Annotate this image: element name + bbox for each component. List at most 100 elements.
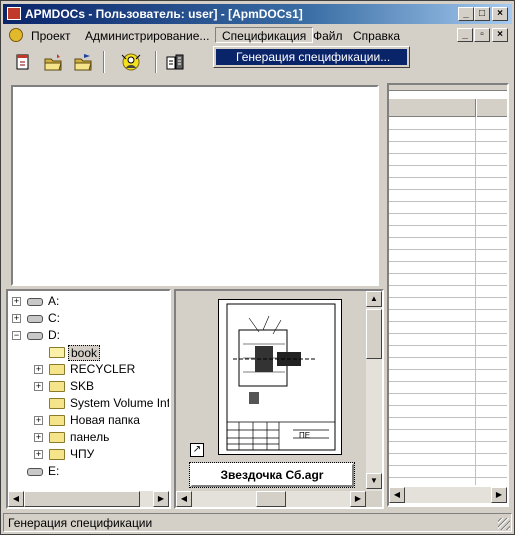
folder-tree-pane: + A: + C: − D: book + RECYCLER + SKB System Volume … xyxy=(6,289,171,509)
network-drive-icon xyxy=(26,464,44,478)
tree-item-label: RECYCLER xyxy=(70,362,136,376)
file-name-label[interactable]: Звездочка Сб.agr xyxy=(189,462,355,488)
menu-project[interactable]: Проект xyxy=(25,28,77,44)
tree-item[interactable]: + панель xyxy=(8,429,169,446)
grid-row-line xyxy=(389,405,507,406)
scroll-thumb[interactable] xyxy=(366,309,382,359)
tree-item-label: book xyxy=(68,345,101,361)
tree-expander[interactable]: − xyxy=(12,331,21,340)
mdi-minimize-button[interactable]: _ xyxy=(457,28,473,42)
scroll-left-button[interactable]: ◀ xyxy=(8,491,24,507)
tree-item[interactable]: + SKB xyxy=(8,378,169,395)
tree-expander[interactable]: + xyxy=(12,297,21,306)
scroll-up-button[interactable]: ▲ xyxy=(366,291,382,307)
grid-row-line xyxy=(389,141,507,142)
grid-row-line xyxy=(389,321,507,322)
tree-item[interactable]: + RECYCLER xyxy=(8,361,169,378)
tree-item[interactable]: + A: xyxy=(8,293,169,310)
tree-horizontal-scrollbar[interactable]: ◀ ▶ xyxy=(8,491,169,507)
toolbar-separator xyxy=(155,51,157,73)
resize-grip-icon[interactable] xyxy=(498,518,510,530)
close-button[interactable]: × xyxy=(492,7,508,21)
tree-item[interactable]: + ЧПУ xyxy=(8,446,169,463)
grid-row-line xyxy=(389,129,507,130)
grid-body[interactable] xyxy=(389,117,507,485)
minimize-button[interactable]: _ xyxy=(458,7,474,21)
menu-administration[interactable]: Администрирование... xyxy=(79,28,215,44)
scroll-down-button[interactable]: ▼ xyxy=(366,473,382,489)
grid-row-line xyxy=(389,333,507,334)
grid-row-line xyxy=(389,249,507,250)
grid-horizontal-scrollbar[interactable]: ◀ ▶ xyxy=(389,487,507,503)
mdi-restore-button[interactable]: ▫ xyxy=(474,28,490,42)
grid-header xyxy=(389,99,507,117)
status-bar: Генерация спецификации xyxy=(3,513,512,532)
tree-item-label: C: xyxy=(48,311,60,325)
folder-icon xyxy=(48,413,66,427)
grid-row-line xyxy=(389,465,507,466)
folder-tree[interactable]: + A: + C: − D: book + RECYCLER + SKB System Volume … xyxy=(8,291,169,487)
grid-row-line xyxy=(389,225,507,226)
grid-row-line xyxy=(389,165,507,166)
tree-expander[interactable]: + xyxy=(12,314,21,323)
folder-icon xyxy=(48,396,66,410)
menu-help[interactable]: Справка xyxy=(347,28,406,44)
document-view-pane[interactable] xyxy=(11,85,379,286)
drawing-thumbnail[interactable]: ΠΕ xyxy=(218,299,342,455)
tree-item[interactable]: + Новая папка xyxy=(8,412,169,429)
scroll-right-button[interactable]: ▶ xyxy=(153,491,169,507)
grid-row-line xyxy=(389,261,507,262)
new-document-icon[interactable] xyxy=(11,51,35,73)
open-folder-icon[interactable] xyxy=(41,51,65,73)
preview-horizontal-scrollbar[interactable]: ◀ ▶ xyxy=(176,491,366,507)
grid-row-line xyxy=(389,153,507,154)
grid-row-line xyxy=(389,201,507,202)
scroll-left-button[interactable]: ◀ xyxy=(176,491,192,507)
tree-expander[interactable]: + xyxy=(34,433,43,442)
toolbar-separator xyxy=(103,51,105,73)
folder-icon xyxy=(48,362,66,376)
grid-header-divider[interactable] xyxy=(475,99,477,117)
tree-expander[interactable]: + xyxy=(34,450,43,459)
grid-top-slider[interactable] xyxy=(389,85,507,91)
app-icon xyxy=(7,7,21,20)
tree-item-label: SKB xyxy=(70,379,95,393)
menu-file[interactable]: Файл xyxy=(307,28,349,44)
tree-item[interactable]: System Volume Info xyxy=(8,395,169,412)
specification-dropdown: Генерация спецификации... xyxy=(213,46,410,68)
window-title: APMDOCs - Пользователь: user] - [ApmDOCs… xyxy=(25,7,303,21)
mdi-close-button[interactable]: × xyxy=(492,28,508,42)
tree-item[interactable]: E: xyxy=(8,463,169,480)
maximize-button[interactable]: □ xyxy=(474,7,490,21)
scroll-left-button[interactable]: ◀ xyxy=(389,487,405,503)
scroll-right-button[interactable]: ▶ xyxy=(350,491,366,507)
scroll-thumb[interactable] xyxy=(256,491,286,507)
tree-item-label: ЧПУ xyxy=(70,447,95,461)
search-user-icon[interactable] xyxy=(119,51,143,73)
tree-expander[interactable]: + xyxy=(34,416,43,425)
menu-item-generate-specification[interactable]: Генерация спецификации... xyxy=(216,49,407,65)
menu-specification[interactable]: Спецификация xyxy=(215,27,314,43)
tree-item-label: Новая папка xyxy=(70,413,140,427)
tree-expander[interactable]: + xyxy=(34,365,43,374)
tree-item[interactable]: book xyxy=(8,344,169,361)
tree-item[interactable]: + C: xyxy=(8,310,169,327)
menu-bar: Проект Администрирование... Спецификация… xyxy=(3,25,512,45)
grid-row-line xyxy=(389,357,507,358)
assembly-drawing-icon: ΠΕ xyxy=(226,303,336,451)
shortcut-arrow-icon: ↗ xyxy=(190,443,204,457)
scroll-thumb[interactable] xyxy=(24,491,140,507)
tree-expander[interactable]: + xyxy=(34,382,43,391)
open-folder-star-icon[interactable] xyxy=(71,51,95,73)
preview-vertical-scrollbar[interactable]: ▲ ▼ xyxy=(366,291,382,491)
tree-item[interactable]: − D: xyxy=(8,327,169,344)
grid-row-line xyxy=(389,417,507,418)
grid-row-line xyxy=(389,345,507,346)
scroll-right-button[interactable]: ▶ xyxy=(491,487,507,503)
title-bar[interactable]: APMDOCs - Пользователь: user] - [ApmDOCs… xyxy=(3,4,512,24)
grid-row-line xyxy=(389,393,507,394)
print-icon[interactable] xyxy=(163,51,187,73)
grid-row-line xyxy=(389,441,507,442)
folder-open-icon xyxy=(48,345,66,359)
svg-text:ΠΕ: ΠΕ xyxy=(299,431,310,440)
